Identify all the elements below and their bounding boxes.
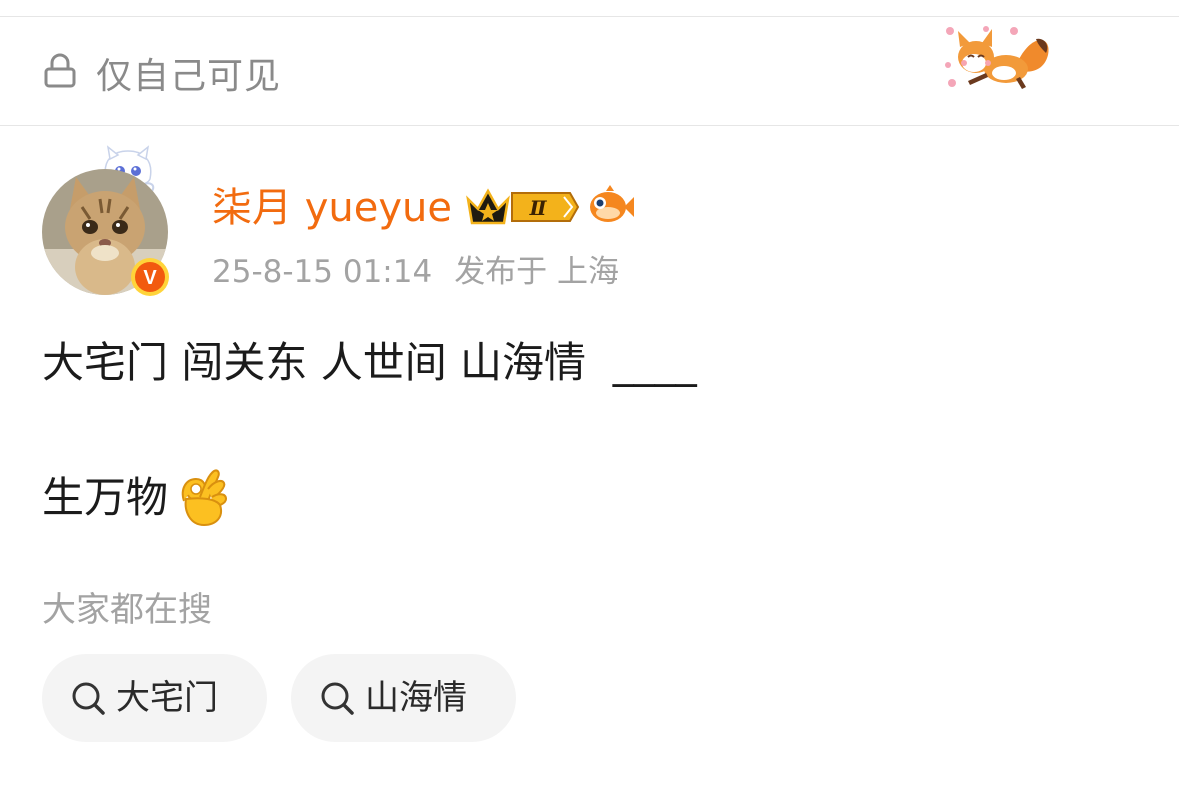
search-chip-label: 大宅门 — [116, 678, 218, 718]
trending-search-heading: 大家都在搜 — [42, 590, 212, 630]
search-icon — [72, 682, 105, 715]
svg-text:V: V — [143, 267, 157, 289]
lock-icon — [44, 53, 76, 88]
post-location: 发布于 上海 — [454, 254, 620, 290]
author-name[interactable]: 柒月 yueyue — [212, 180, 452, 236]
search-chip[interactable]: 大宅门 — [42, 654, 267, 742]
ok-hand-emoji-icon — [181, 469, 228, 526]
search-icon — [321, 682, 354, 715]
post-meta: 25-8-15 01:14 发布于 上海 — [212, 250, 619, 294]
svg-text:Ⅱ: Ⅱ — [529, 196, 548, 220]
weibo-post-screen: 仅自己可见 V 柒月 yueyue Ⅱ 25-8-15 01:14 发布于 上海… — [0, 0, 1179, 798]
post-text-line1: 大宅门 闯关东 人世间 山海情 ____ — [42, 338, 697, 387]
privacy-label: 仅自己可见 — [96, 56, 282, 97]
verified-badge-icon: V — [131, 258, 169, 296]
crown-level-badge-icon[interactable]: Ⅱ — [464, 185, 580, 229]
fox-sticker-icon — [945, 26, 1049, 89]
privacy-divider — [0, 125, 1179, 126]
post-text-line2-text: 生万物 — [42, 473, 169, 522]
avatar[interactable]: V — [40, 145, 180, 305]
post-text-line2: 生万物 — [42, 469, 230, 529]
post-time: 25-8-15 01:14 — [212, 254, 433, 290]
pufferfish-badge-icon — [590, 185, 634, 222]
privacy-bar[interactable]: 仅自己可见 — [0, 17, 1179, 125]
search-chip[interactable]: 山海情 — [291, 654, 516, 742]
search-chip-label: 山海情 — [365, 678, 467, 718]
